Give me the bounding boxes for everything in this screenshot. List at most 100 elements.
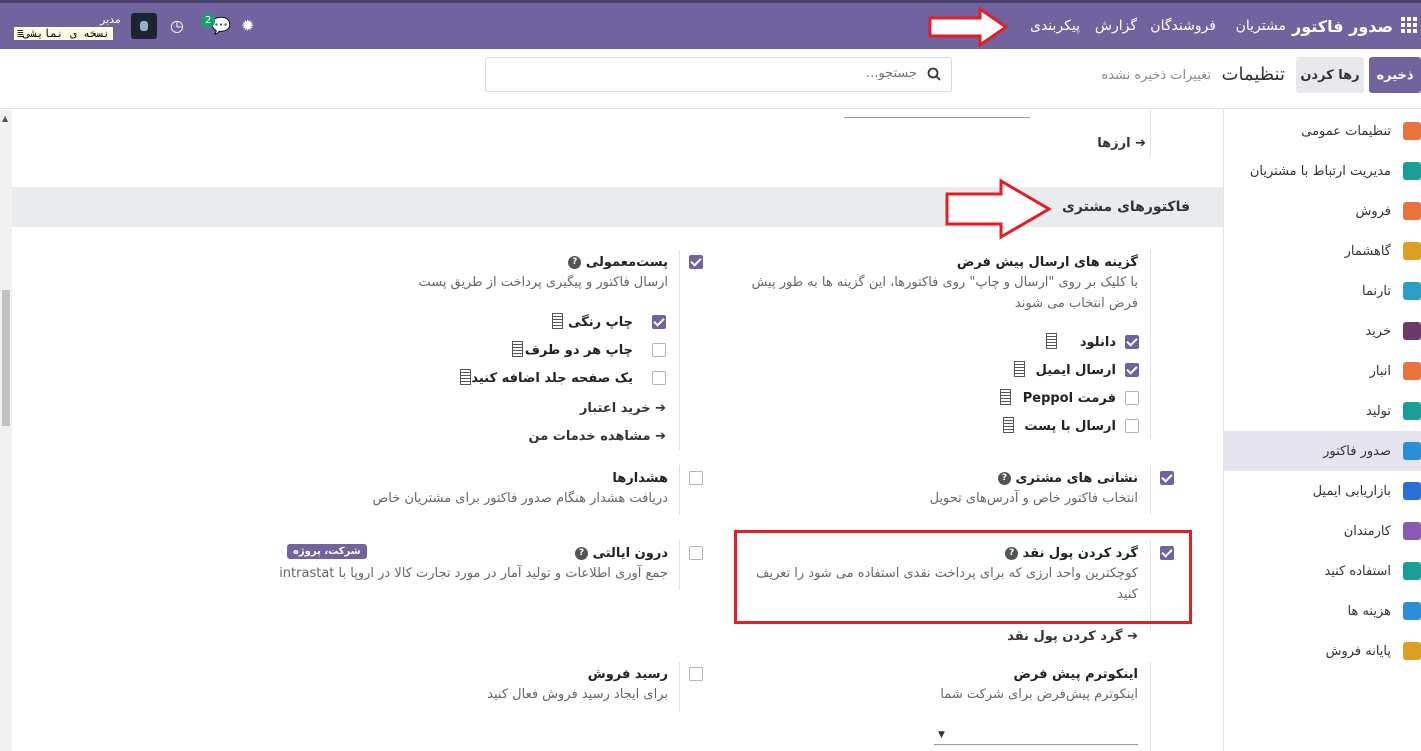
annotation-arrow-icon: [945, 178, 1052, 240]
unsaved-indicator: تغییرات ذخیره نشده: [1101, 68, 1211, 83]
incoterm-select[interactable]: [934, 744, 1138, 745]
company-icon: [1046, 333, 1057, 349]
website-icon: [1403, 282, 1421, 300]
user-name[interactable]: مدیر: [100, 13, 121, 26]
section-title: فاکتورهای مشتری: [1062, 199, 1190, 215]
menu-customers[interactable]: مشتریان: [1236, 18, 1286, 34]
postal-setting: پست‌معمولی ? ارسال فاکتور و پیگیری پرداخ…: [248, 255, 668, 293]
postal-checkbox[interactable]: [689, 255, 703, 269]
scrollbar-thumb[interactable]: [2, 290, 10, 426]
duplex-print-label[interactable]: چاپ هر دو طرف: [525, 343, 633, 358]
company-icon: [512, 341, 523, 357]
demo-label: ≣نسخه ی نمایشی: [14, 27, 113, 40]
warnings-desc: دریافت هشدار هنگام صدور فاکتور برای مشتر…: [372, 491, 668, 506]
send-email-checkbox[interactable]: [1125, 363, 1139, 377]
customer-addresses-setting: نشانی های مشتری ? انتخاب فاکتور خاص و آد…: [718, 471, 1138, 509]
view-services-link[interactable]: ➔ مشاهده خدمات من: [529, 429, 666, 444]
menu-vendors[interactable]: فروشندگان: [1150, 18, 1216, 34]
send-by-post-label[interactable]: ارسال با پست: [1024, 419, 1116, 434]
arrow-right-icon: ➔: [655, 429, 666, 444]
divider: [679, 662, 680, 712]
menu-configuration[interactable]: پیکربندی: [1030, 18, 1080, 34]
warnings-checkbox[interactable]: [689, 471, 703, 485]
sidebar-item-website[interactable]: تارنما: [1223, 271, 1421, 311]
sidebar-item-crm[interactable]: مدیریت ارتباط با مشتریان: [1223, 151, 1421, 191]
cash-rounding-link[interactable]: ➔ گرد کردن پول نقد: [1007, 629, 1138, 644]
divider: [679, 250, 680, 450]
search-input[interactable]: [517, 66, 917, 81]
scroll-up-icon[interactable]: ▲: [2, 114, 8, 123]
sidebar-item-manufacturing[interactable]: تولید: [1223, 391, 1421, 431]
cover-page-label[interactable]: یک صفحه جلد اضافه کنید: [471, 371, 633, 386]
sidebar-item-expenses[interactable]: هزینه ها: [1223, 591, 1421, 631]
expenses-icon: [1403, 602, 1421, 620]
send-options-title: گزینه های ارسال پیش فرض: [956, 255, 1138, 270]
peppol-label[interactable]: فرمت Peppol: [1023, 391, 1116, 406]
postal-desc: ارسال فاکتور و پیگیری پرداخت از طریق پست: [418, 275, 668, 290]
currencies-link[interactable]: ➔ ارزها: [1097, 136, 1146, 151]
avatar[interactable]: [131, 13, 157, 39]
divider: [1150, 110, 1151, 156]
peppol-checkbox[interactable]: [1125, 391, 1139, 405]
sales-receipt-checkbox[interactable]: [689, 667, 703, 681]
customer-addresses-checkbox[interactable]: [1160, 471, 1174, 485]
company-icon: [1003, 417, 1014, 433]
inventory-icon: [1403, 362, 1421, 380]
bug-icon[interactable]: ✹: [241, 16, 254, 35]
help-icon[interactable]: ?: [997, 472, 1011, 485]
crm-icon: [1403, 162, 1421, 180]
sidebar-item-invoicing[interactable]: صدور فاکتور: [1223, 431, 1421, 471]
app-brand[interactable]: صدور فاکتور: [1292, 17, 1393, 36]
intrastat-checkbox[interactable]: [689, 546, 703, 560]
annotation-arrow-icon: [928, 6, 1009, 48]
discard-button[interactable]: رها کردن: [1296, 57, 1364, 93]
download-checkbox[interactable]: [1125, 335, 1139, 349]
intrastat-title: درون ایالتی: [592, 546, 668, 561]
company-project-tag: شرکت، پروژه: [287, 544, 367, 559]
sidebar-item-employees[interactable]: کارمندان: [1223, 511, 1421, 551]
sales-receipt-setting: رسید فروش برای ایجاد رسید فروش فعال کنید: [248, 667, 668, 705]
download-label[interactable]: دانلود: [1080, 335, 1116, 350]
sidebar-item-recruitment[interactable]: استفاده کنید: [1223, 551, 1421, 591]
warnings-title: هشدارها: [612, 471, 668, 486]
sidebar-item-pos[interactable]: پایانه فروش: [1223, 631, 1421, 671]
color-print-label[interactable]: چاپ رنگی: [568, 315, 633, 330]
sidebar-item-sales[interactable]: فروش: [1223, 191, 1421, 231]
sidebar-item-general[interactable]: تنظیمات عمومی: [1223, 111, 1421, 151]
incoterm-desc: اینکوترم پیش‌فرض برای شرکت شما: [940, 687, 1138, 702]
database-icon: ≣: [17, 27, 24, 40]
help-icon[interactable]: ?: [568, 256, 582, 269]
help-icon[interactable]: ?: [575, 547, 589, 560]
cover-page-checkbox[interactable]: [652, 371, 666, 385]
scrollbar[interactable]: [0, 110, 12, 751]
apps-grid-icon[interactable]: [1401, 17, 1417, 33]
duplex-print-checkbox[interactable]: [652, 343, 666, 357]
arrow-right-icon: ➔: [655, 401, 666, 416]
sidebar-item-inventory[interactable]: انبار: [1223, 351, 1421, 391]
control-panel: ذخیره رها کردن تنظیمات تغییرات ذخیره نشد…: [0, 49, 1421, 109]
search-icon[interactable]: [927, 67, 941, 81]
warnings-setting: هشدارها دریافت هشدار هنگام صدور فاکتور ب…: [248, 471, 668, 509]
save-button[interactable]: ذخیره: [1369, 57, 1421, 93]
sidebar-item-calendar[interactable]: گاهشمار: [1223, 231, 1421, 271]
buy-credits-link[interactable]: ➔ خرید اعتبار: [580, 401, 666, 416]
email-marketing-icon: [1403, 482, 1421, 500]
send-by-post-checkbox[interactable]: [1125, 419, 1139, 433]
page-title: تنظیمات: [1221, 64, 1285, 85]
intrastat-desc: جمع آوری اطلاعات و تولید آمار در مورد تج…: [279, 566, 668, 581]
color-print-checkbox[interactable]: [652, 315, 666, 329]
send-options-setting: گزینه های ارسال پیش فرض با کلیک بر روی "…: [738, 255, 1138, 314]
purchase-icon: [1403, 322, 1421, 340]
divider: [679, 540, 680, 590]
sidebar-item-email-marketing[interactable]: بازاریابی ایمیل: [1223, 471, 1421, 511]
chevron-down-icon[interactable]: ▼: [938, 730, 945, 740]
company-icon: [460, 369, 471, 385]
sidebar-item-purchase[interactable]: خرید: [1223, 311, 1421, 351]
menu-reporting[interactable]: گزارش: [1095, 18, 1137, 34]
incoterm-setting: اینکوترم پیش فرض اینکوترم پیش‌فرض برای ش…: [738, 667, 1138, 705]
send-email-label[interactable]: ارسال ایمیل: [1036, 363, 1116, 378]
postal-title: پست‌معمولی: [585, 255, 668, 270]
clock-icon[interactable]: ◷: [170, 16, 184, 35]
sales-icon: [1403, 202, 1421, 220]
general-settings-icon: [1403, 122, 1421, 140]
